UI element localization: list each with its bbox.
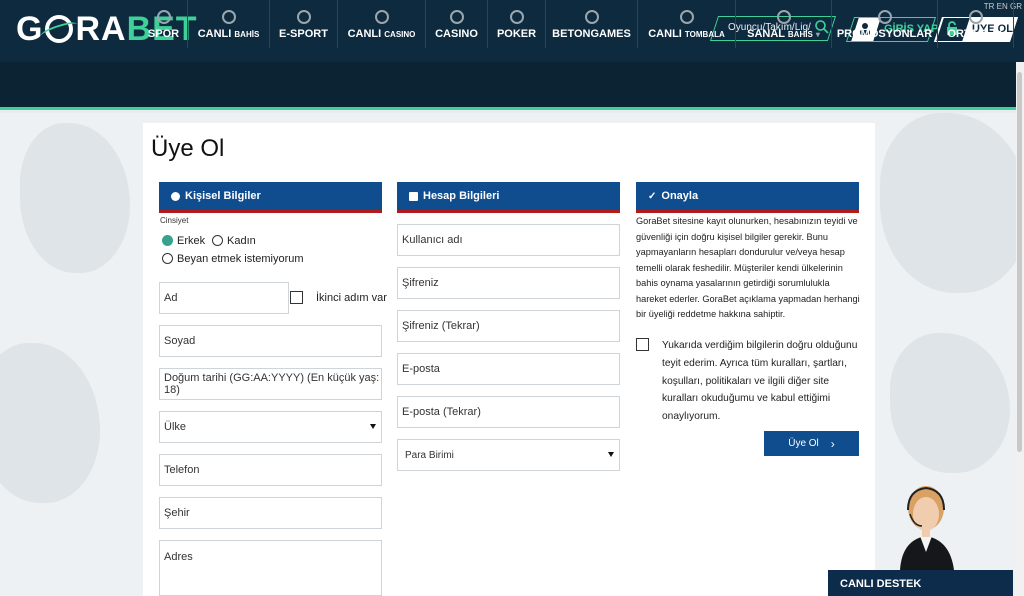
country-select-value: Ülke [164,421,187,433]
map-shape [20,123,130,273]
nav-label: POKER [496,28,537,40]
nav-sublabel: BAHİS [234,30,260,39]
second-name-label[interactable]: İkinci adım var [316,292,387,304]
phone-input[interactable]: Telefon [159,454,382,486]
chevron-right-icon: › [830,436,835,451]
nav-promosyonlar[interactable]: PROMOSYONLAR [832,0,938,48]
support-agent-avatar[interactable] [880,470,972,570]
gift-icon [877,10,892,24]
nav-label: ORTAKLIK [947,28,1004,40]
birthdate-input[interactable]: Doğum tarihi (GG:AA:YYYY) (En küçük yaş:… [159,368,382,400]
map-shape [890,333,1010,473]
nav-sublabel: BAHİS [787,30,813,39]
last-name-input[interactable]: Soyad [159,325,382,357]
map-shape [0,343,100,503]
email-input[interactable]: E-posta [397,353,620,385]
ball-icon [679,10,694,24]
nav-label: CASINO [435,28,478,40]
clock-icon [221,10,236,24]
nav-label: BETONGAMES [552,28,631,40]
nav-sanal-bahis[interactable]: SANAL BAHİS ▾ [736,0,832,48]
dice-icon [584,10,599,24]
password-input[interactable]: Şifreniz [397,267,620,299]
terms-label[interactable]: Yukarıda verdiğim bilgilerin doğru olduğ… [662,337,862,426]
nav-spor[interactable]: SPOR [140,0,188,48]
gender-none-label[interactable]: Beyan etmek istemiyorum [177,253,304,265]
logo-letter-g: G [16,9,44,48]
nav-canli-bahis[interactable]: CANLI BAHİS [188,0,270,48]
confirm-notice: GoraBet sitesine kayıt olunurken, hesabı… [636,216,860,319]
second-name-checkbox[interactable] [290,291,303,304]
first-name-input[interactable]: Ad [159,282,289,314]
country-select[interactable]: Ülke [159,411,382,443]
password-repeat-input[interactable]: Şifreniz (Tekrar) [397,310,620,342]
nav-label: CANLI [347,28,382,40]
logo-ring-icon [45,15,74,43]
personal-info-title: Kişisel Bilgiler [185,190,261,202]
logo-letters-ra: RA [75,9,127,48]
football-icon [156,10,171,24]
account-info-title: Hesap Bilgileri [423,190,500,202]
gender-label: Cinsiyet [160,216,189,225]
chevron-down-icon: ▾ [815,30,820,39]
nav-label: E-SPORT [279,28,328,40]
address-textarea[interactable]: Adres [159,540,382,596]
nav-ortaklik[interactable]: ORTAKLIK [938,0,1014,48]
nav-label: SANAL [747,28,785,40]
nav-sublabel: CASINO [384,30,416,39]
nav-label: CANLI [648,28,682,40]
nav-e-sport[interactable]: E-SPORT [270,0,338,48]
nav-casino[interactable]: CASINO [426,0,488,48]
terms-checkbox[interactable] [636,338,649,351]
live-support-button[interactable]: CANLI DESTEK [828,570,1013,596]
gender-female-radio[interactable] [212,235,223,246]
handshake-icon [968,10,983,24]
nav-label: SPOR [147,28,180,40]
nav-poker[interactable]: POKER [488,0,546,48]
dropdown-arrow-icon [370,424,376,429]
clock-icon [296,10,311,24]
confirm-title: Onayla [661,190,699,202]
clipboard-icon [409,191,418,201]
nav-label: CANLI [197,28,232,40]
check-icon: ✓ [648,190,657,202]
currency-select[interactable]: Para Birimi [397,439,620,471]
submit-label: Üye Ol [788,438,819,449]
personal-info-header: Kişisel Bilgiler [159,182,382,213]
nav-label: PROMOSYONLAR [836,28,933,40]
username-input[interactable]: Kullanıcı adı [397,224,620,256]
gender-male-radio[interactable] [162,235,173,246]
chip-icon [449,10,464,24]
page-scrollbar[interactable] [1016,62,1024,596]
user-circle-icon [171,191,180,201]
gender-male-label[interactable]: Erkek [177,235,205,247]
cards-icon [509,10,524,24]
register-submit-button[interactable]: Üye Ol › [764,431,859,456]
account-info-header: Hesap Bilgileri [397,182,620,213]
city-input[interactable]: Şehir [159,497,382,529]
page-title: Üye Ol [151,135,225,162]
nav-canli-tombala[interactable]: CANLI TOMBALA [638,0,736,48]
nav-betongames[interactable]: BETONGAMES [546,0,638,48]
confirm-header: ✓ Onayla [636,182,859,213]
gamepad-icon [776,10,791,24]
nav-canli-casino[interactable]: CANLI CASINO [338,0,426,48]
gender-none-radio[interactable] [162,253,173,264]
map-shape [880,113,1024,293]
main-navigation [0,62,1024,110]
dropdown-arrow-icon [608,452,614,457]
currency-select-value: Para Birimi [405,449,454,461]
scrollbar-thumb[interactable] [1017,72,1022,452]
nav-sublabel: TOMBALA [684,30,725,39]
gender-female-label[interactable]: Kadın [227,235,256,247]
email-repeat-input[interactable]: E-posta (Tekrar) [397,396,620,428]
roulette-icon [374,10,389,24]
